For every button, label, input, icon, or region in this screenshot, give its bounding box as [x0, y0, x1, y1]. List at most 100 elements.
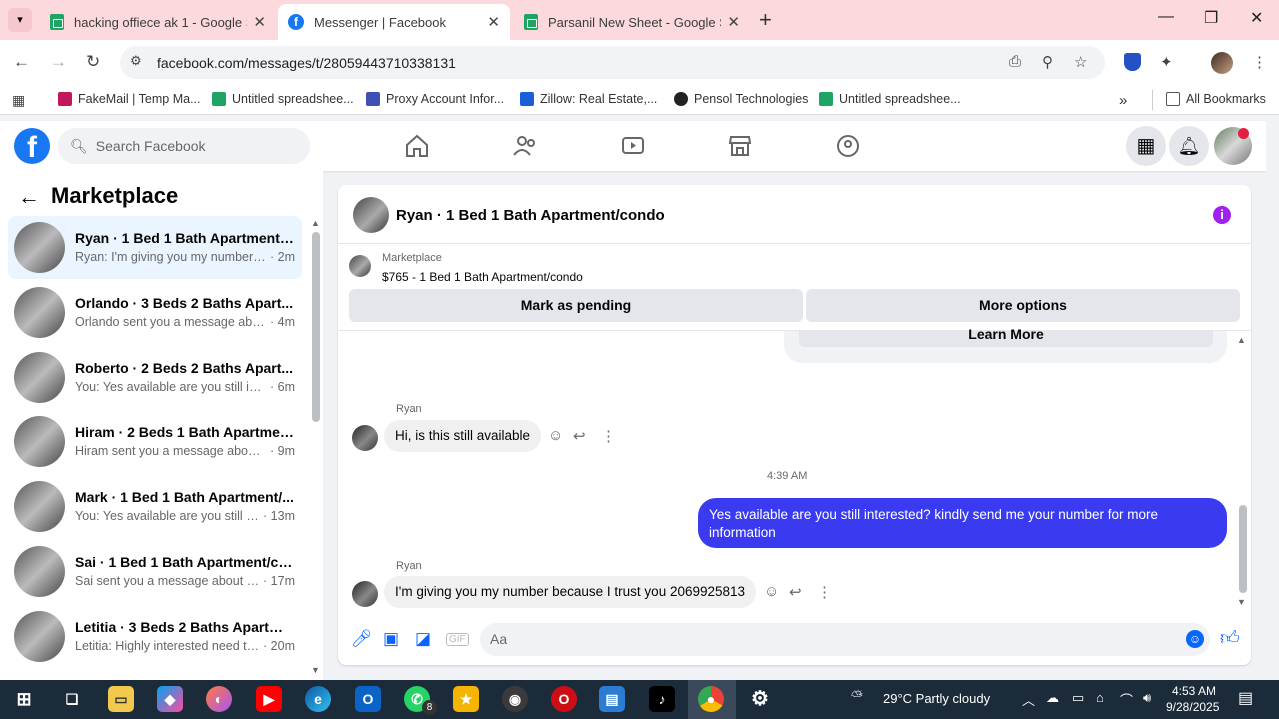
groups-icon[interactable] [835, 133, 861, 159]
start-icon[interactable]: ⊞ [11, 686, 37, 712]
conversation-item[interactable]: Mark · 1 Bed 1 Bath Apartment/... You: Ye… [8, 475, 302, 538]
listing-price[interactable]: $765 - 1 Bed 1 Bath Apartment/condo [382, 270, 583, 284]
sidebar-scrollbar[interactable] [312, 232, 320, 422]
more-options-button[interactable]: More options [806, 289, 1240, 322]
reply-icon[interactable]: ↩ [573, 427, 586, 445]
close-tab-icon[interactable]: ✕ [727, 13, 740, 31]
conversation-item[interactable]: Roberto · 2 Beds 2 Baths Apart... You: Ye… [8, 346, 302, 409]
all-bookmarks[interactable]: All Bookmarks [1166, 92, 1266, 106]
conversation-item[interactable]: Ryan · 1 Bed 1 Bath Apartment/c... Ryan: … [8, 216, 302, 279]
conversation-item[interactable]: Orlando · 3 Beds 2 Baths Apart... Orlando… [8, 281, 302, 344]
bookmark-pensol[interactable]: Pensol Technologies [674, 92, 808, 106]
tab-messenger[interactable]: f Messenger | Facebook ✕ [278, 4, 510, 40]
bookmark-proxy-account[interactable]: Proxy Account Infor... [366, 92, 504, 106]
more-actions-icon[interactable]: ⋮ [817, 583, 832, 601]
reply-icon[interactable]: ↩ [789, 583, 802, 601]
badge-app-icon[interactable]: ★ [453, 686, 479, 712]
weather-icon[interactable]: ⛅︎ [851, 688, 863, 705]
profile-avatar[interactable] [1211, 52, 1233, 74]
tab-google-sheets-2[interactable]: Parsanil New Sheet - Google Sh ✕ [514, 4, 750, 40]
tab-google-sheets-1[interactable]: hacking offiece ak 1 - Google Sh ✕ [40, 4, 276, 40]
sender-avatar[interactable] [352, 581, 378, 607]
reload-icon[interactable]: ↻ [86, 52, 100, 72]
chat-contact-name[interactable]: Ryan · 1 Bed 1 Bath Apartment/condo [396, 207, 665, 224]
url-text[interactable]: facebook.com/messages/t/2805944371033813… [157, 55, 456, 71]
task-view-icon[interactable]: ❏ [59, 686, 85, 712]
marketplace-icon[interactable] [727, 133, 753, 159]
bookmark-fakemail[interactable]: FakeMail | Temp Ma... [58, 92, 201, 106]
facebook-logo-icon[interactable]: f [14, 128, 50, 164]
chat-scroll-up-icon[interactable]: ▲ [1237, 335, 1246, 345]
new-tab-button[interactable]: + [759, 7, 772, 33]
onedrive-icon[interactable]: ☁ [1046, 690, 1059, 706]
contact-avatar[interactable] [353, 197, 389, 233]
extensions-icon[interactable]: ✦ [1160, 53, 1173, 71]
clock-time[interactable]: 4:53 AM [1172, 684, 1216, 698]
sidebar-scroll-down-icon[interactable]: ▼ [311, 665, 320, 675]
copilot-icon[interactable]: ◆ [157, 686, 183, 712]
forward-icon[interactable]: → [50, 52, 67, 72]
bookmark-untitled-sheet-1[interactable]: Untitled spreadshee... [212, 92, 354, 106]
microphone-icon[interactable]: 🎤︎ [351, 629, 373, 649]
emoji-icon[interactable]: ☺ [1186, 630, 1204, 648]
conversation-item[interactable]: Hiram · 2 Beds 1 Bath Apartmen... Hiram s… [8, 410, 302, 473]
clock-date[interactable]: 9/28/2025 [1166, 700, 1219, 714]
listing-thumbnail[interactable] [349, 255, 371, 277]
bookmark-untitled-sheet-2[interactable]: Untitled spreadshee... [819, 92, 961, 106]
chat-scrollbar[interactable] [1239, 505, 1247, 593]
home-icon[interactable] [404, 133, 430, 159]
tiktok-icon[interactable]: ♪ [649, 686, 675, 712]
wifi-icon[interactable]: ⌒ [1120, 690, 1133, 709]
mark-as-pending-button[interactable]: Mark as pending [349, 289, 803, 322]
settings-app-icon[interactable]: ◉ [502, 686, 528, 712]
page-scrollbar[interactable] [1266, 121, 1279, 680]
chrome-icon[interactable]: ● [698, 686, 724, 712]
store-icon[interactable]: ▤ [599, 686, 625, 712]
notifications-button[interactable]: 🔔︎ [1169, 126, 1209, 166]
minimize-icon[interactable]: — [1158, 8, 1174, 26]
menu-grid-button[interactable]: ▦ [1126, 126, 1166, 166]
install-app-icon[interactable]: ⎙ [1009, 53, 1021, 70]
chat-scroll-down-icon[interactable]: ▼ [1237, 597, 1246, 607]
tab-search-button[interactable]: ▾ [8, 8, 32, 32]
back-arrow-icon[interactable]: ← [18, 184, 40, 210]
photo-icon[interactable]: ▣ [383, 629, 399, 649]
zoom-icon[interactable]: ⚲ [1042, 53, 1053, 71]
conversation-item[interactable]: Letitia · 3 Beds 2 Baths Apartme... Letit… [8, 605, 302, 668]
bookmark-zillow[interactable]: Zillow: Real Estate,... [520, 92, 657, 106]
video-icon[interactable] [620, 133, 646, 159]
brave-shield-icon[interactable] [1124, 53, 1141, 71]
friends-icon[interactable] [512, 133, 538, 159]
conversation-item[interactable]: Sai · 1 Bed 1 Bath Apartment/co... Sai se… [8, 540, 302, 603]
outlook-icon[interactable]: O [355, 686, 381, 712]
sticker-icon[interactable]: ◪ [415, 629, 431, 649]
incoming-message[interactable]: I'm giving you my number because I trust… [384, 576, 757, 608]
message-input[interactable]: Aa [480, 623, 1210, 656]
back-icon[interactable]: ← [13, 52, 30, 72]
sender-avatar[interactable] [352, 425, 378, 451]
bookmark-star-icon[interactable]: ☆ [1074, 53, 1087, 71]
sidebar-scroll-up-icon[interactable]: ▲ [311, 218, 320, 228]
notification-center-icon[interactable]: ▤ [1238, 688, 1253, 708]
site-settings-icon[interactable]: ⚙ [130, 53, 142, 69]
react-icon[interactable]: ☺ [764, 583, 779, 600]
settings-gear-icon[interactable]: ⚙ [747, 686, 773, 712]
gif-icon[interactable]: GIF [446, 633, 469, 646]
more-actions-icon[interactable]: ⋮ [601, 427, 616, 445]
more-bookmarks-icon[interactable]: » [1119, 92, 1127, 109]
browser-menu-icon[interactable]: ⋮ [1252, 53, 1267, 71]
restore-icon[interactable]: ❐ [1204, 8, 1218, 28]
close-window-icon[interactable]: ✕ [1250, 8, 1263, 28]
opera-icon[interactable]: O [551, 686, 577, 712]
edge-icon[interactable]: e [305, 686, 331, 712]
outgoing-message[interactable]: Yes available are you still interested? … [698, 498, 1227, 548]
react-icon[interactable]: ☺ [548, 427, 563, 444]
incoming-message[interactable]: Hi, is this still available [384, 420, 542, 452]
apps-grid-icon[interactable]: ▦ [12, 92, 25, 109]
youtube-icon[interactable]: ▶ [256, 686, 282, 712]
close-tab-icon[interactable]: ✕ [253, 13, 266, 31]
close-tab-icon[interactable]: ✕ [487, 13, 500, 31]
learn-more-button[interactable]: Learn More [799, 327, 1213, 347]
volume-icon[interactable]: 🔊︎ [1143, 690, 1151, 706]
network-icon[interactable]: ⌂ [1096, 690, 1104, 705]
